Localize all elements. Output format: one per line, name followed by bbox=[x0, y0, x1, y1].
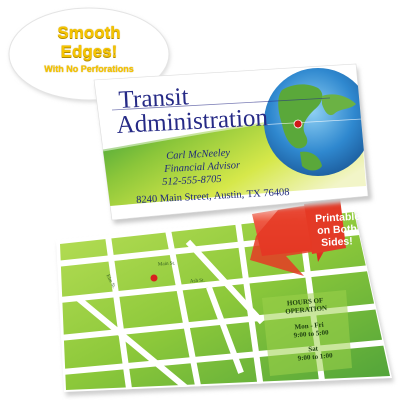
badge-line3: With No Perforations bbox=[44, 64, 134, 74]
badge-line2: Edges! bbox=[60, 42, 118, 61]
location-marker-icon bbox=[150, 274, 158, 282]
product-scene: Smooth Edges! With No Perforations Trans… bbox=[0, 0, 400, 400]
arrow-label-line3: Sides! bbox=[320, 235, 354, 249]
map-street-label: Ash St. bbox=[189, 278, 205, 285]
badge-line1: Smooth bbox=[57, 23, 121, 42]
